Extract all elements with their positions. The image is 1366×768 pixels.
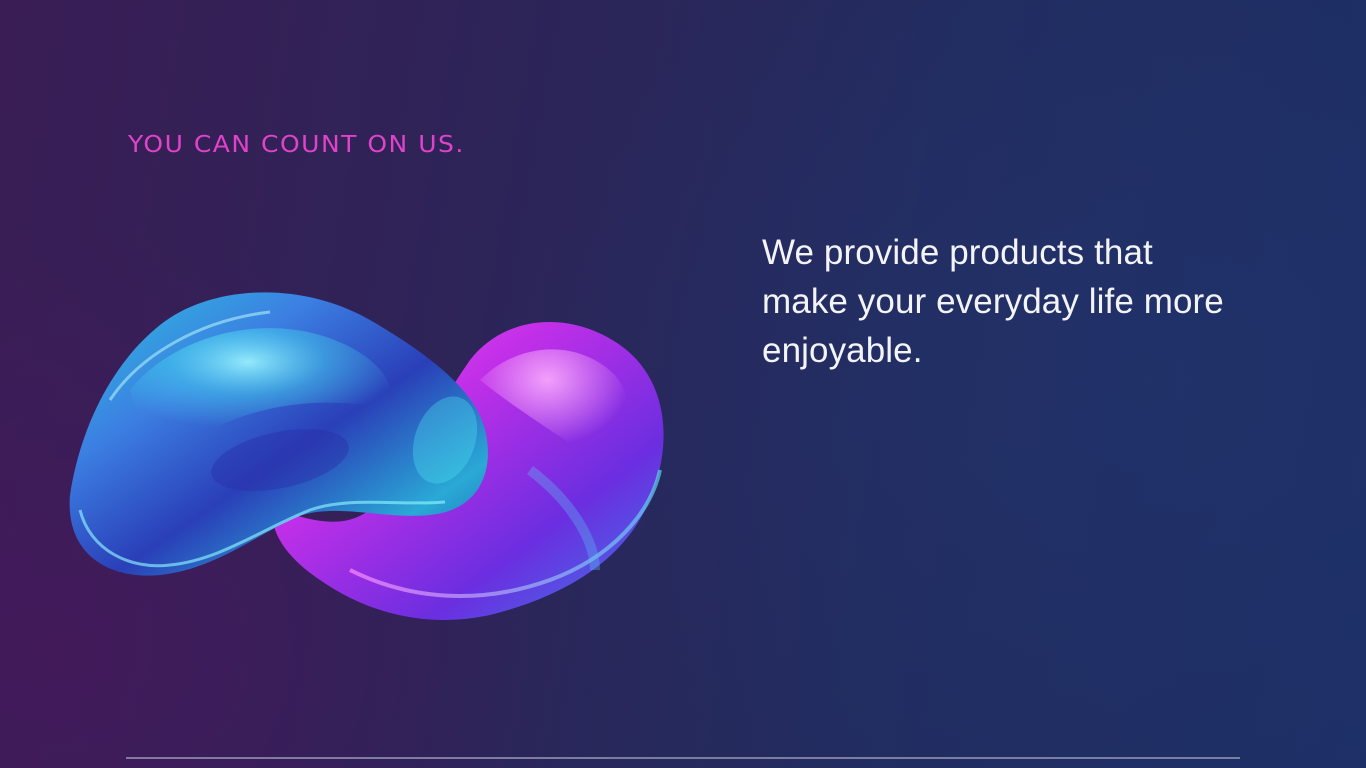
hero-section: YOU CAN COUNT ON US. We provide products… (0, 0, 1366, 768)
hero-lead-text: We provide products that make your every… (762, 233, 1224, 370)
glossy-wave-blob-icon (69, 292, 664, 620)
hero-tagline: YOU CAN COUNT ON US. (128, 131, 465, 158)
section-divider (126, 757, 1240, 759)
